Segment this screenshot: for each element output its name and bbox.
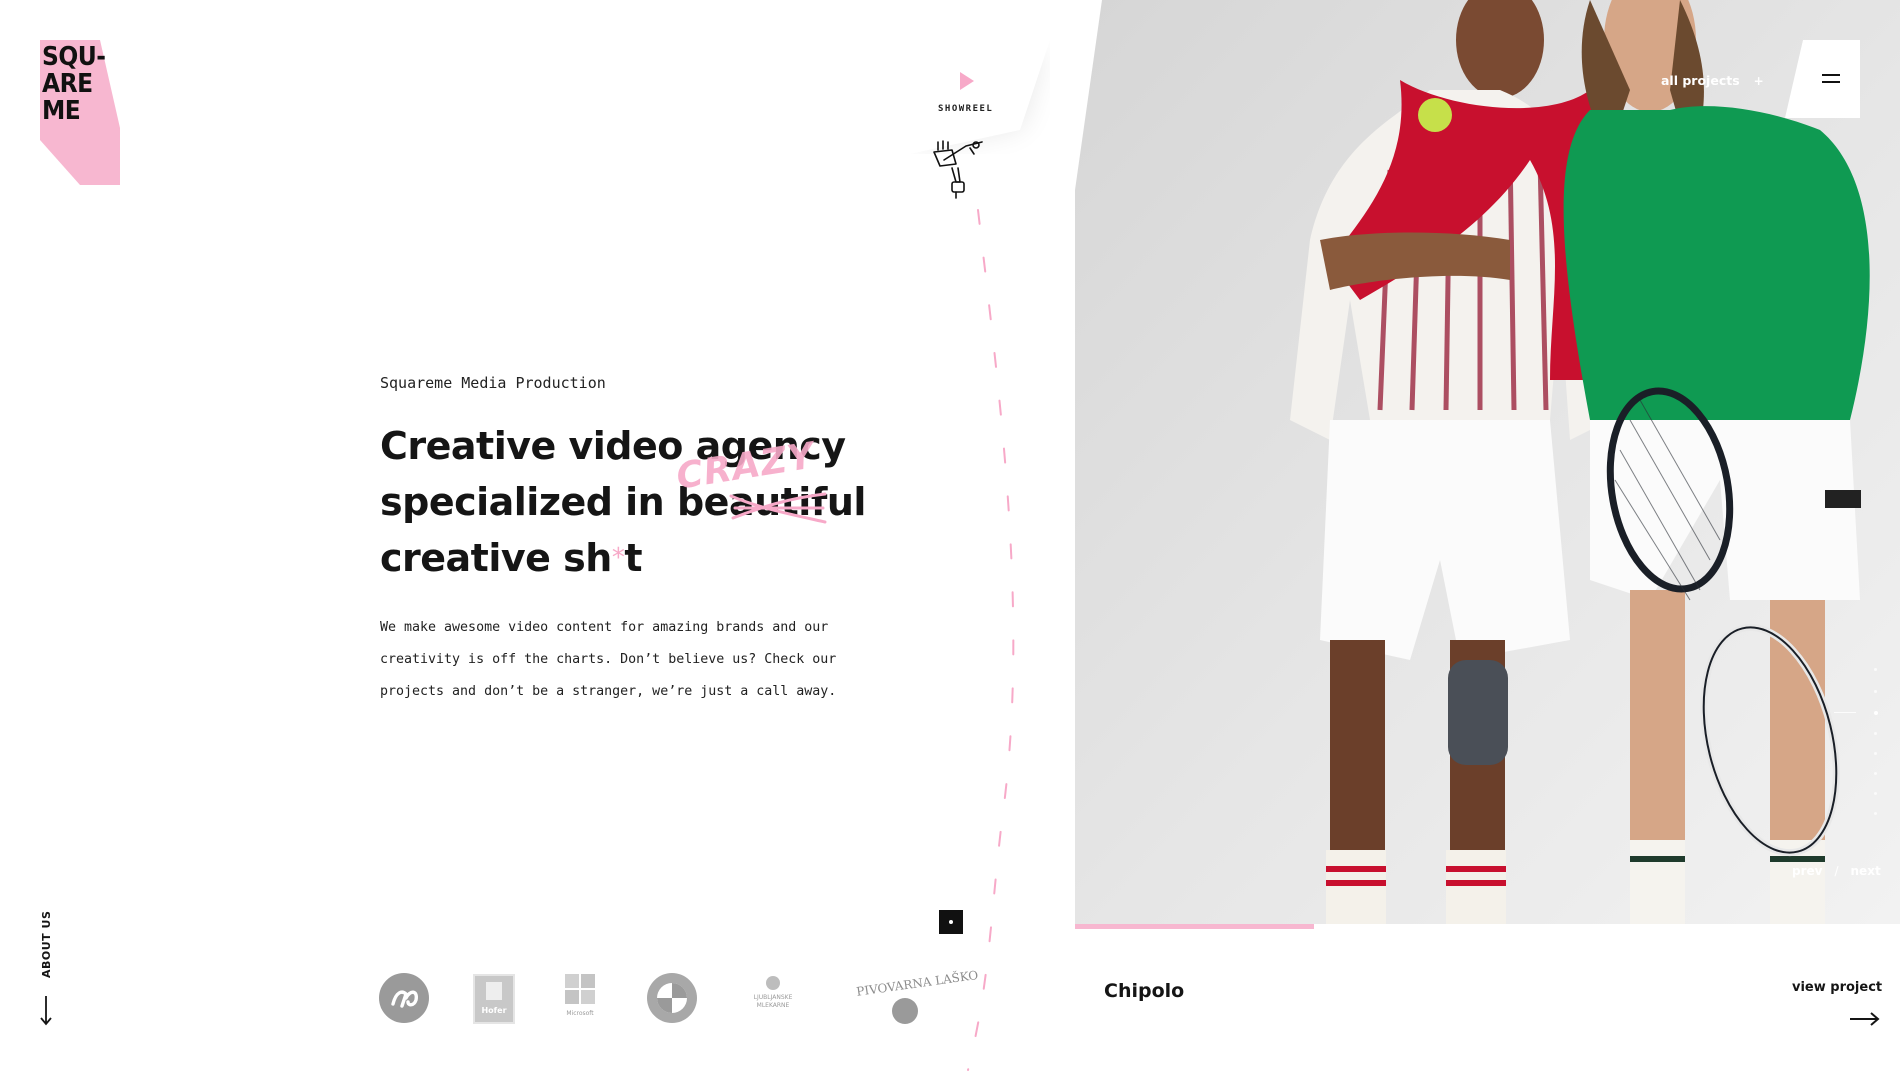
slide-dot[interactable] — [1874, 792, 1877, 795]
hero-subtitle: Squareme Media Production — [380, 374, 606, 392]
slide-dot[interactable] — [1874, 772, 1877, 775]
slide-indicator — [1830, 668, 1878, 818]
censor-star: * — [611, 543, 625, 573]
slider-controls: prev / next — [1792, 864, 1881, 878]
hero-headline: Creative video agency specialized in bea… — [380, 418, 900, 586]
slide-dot[interactable] — [1874, 668, 1877, 671]
next-button[interactable]: next — [1851, 864, 1881, 878]
client-logo-hofer: Hofer — [473, 974, 515, 1024]
strike-scribble — [729, 492, 827, 524]
headline-line-2-prefix: specialized in be — [380, 480, 729, 524]
slider-separator: / — [1834, 864, 1839, 878]
logo-line-2: ARE — [42, 69, 93, 99]
arrow-down-icon[interactable] — [40, 996, 52, 1026]
slide-dot[interactable] — [1874, 690, 1877, 693]
logo-line-3: ME — [42, 96, 81, 126]
slide-dot[interactable] — [1874, 752, 1877, 755]
pivovarna-lasko-text: PIVOVARNA LAŠKO — [855, 967, 980, 999]
about-us-link[interactable]: ABOUT US — [40, 911, 53, 978]
client-logo-ljubljanske-mlekarne: LJUBLJANSKE MLEKARNE — [738, 976, 808, 1026]
headline-line-3-prefix: creative sh — [380, 536, 612, 580]
menu-button-bg — [1785, 40, 1860, 118]
dashed-path — [967, 209, 1015, 1071]
hero-image — [1075, 0, 1900, 925]
microsoft-text: Microsoft — [566, 1010, 594, 1017]
camera-crane-icon — [933, 140, 983, 199]
headline-line-2-suffix: ul — [826, 480, 867, 524]
arrow-right-icon[interactable] — [1850, 1012, 1880, 1026]
client-logo-microsoft: Microsoft — [563, 974, 597, 1026]
showreel-label: SHOWREEL — [938, 104, 994, 114]
headline-line-3: creative sh*t — [380, 530, 900, 586]
hofer-mark — [486, 982, 502, 1000]
scroll-marker[interactable] — [939, 910, 963, 934]
all-projects-link[interactable]: all projects + — [1661, 73, 1764, 88]
hero-body: We make awesome video content for amazin… — [380, 620, 837, 699]
logo[interactable]: SQU- ARE ME — [40, 40, 120, 185]
all-projects-label: all projects — [1661, 73, 1740, 88]
hofer-text: Hofer — [481, 1006, 507, 1015]
slide-dot-active[interactable] — [1874, 711, 1878, 715]
hamburger-icon-bar — [1822, 81, 1840, 83]
menu-button[interactable] — [1785, 40, 1860, 118]
logo-line-1: SQU- — [42, 42, 106, 72]
client-logo-nlb — [379, 973, 429, 1023]
slide-progress-bar — [1075, 924, 1314, 929]
client-logo-bmw — [647, 973, 697, 1023]
headline-line-1: Creative video agency — [380, 424, 846, 468]
active-slide-line — [1834, 712, 1856, 713]
showreel-card — [910, 40, 1050, 154]
ljubljanske-mlekarne-text: LJUBLJANSKE MLEKARNE — [753, 994, 793, 1009]
client-logo-pivovarna-lasko: PIVOVARNA LAŠKO — [855, 967, 980, 1026]
play-icon — [960, 72, 974, 90]
plus-icon: + — [1753, 74, 1764, 88]
logo-wordmark: SQU- ARE ME — [42, 42, 106, 126]
hamburger-icon — [1822, 74, 1840, 76]
slide-dot[interactable] — [1874, 812, 1877, 815]
headline-line-3-suffix: t — [624, 536, 642, 580]
prev-button[interactable]: prev — [1792, 864, 1822, 878]
showreel-button[interactable]: SHOWREEL — [910, 40, 1050, 154]
view-project-link[interactable]: view project — [1792, 980, 1882, 995]
headline-line-2: specialized in beautif ul — [380, 474, 900, 530]
slide-dot[interactable] — [1874, 732, 1877, 735]
project-name: Chipolo — [1104, 980, 1185, 1002]
